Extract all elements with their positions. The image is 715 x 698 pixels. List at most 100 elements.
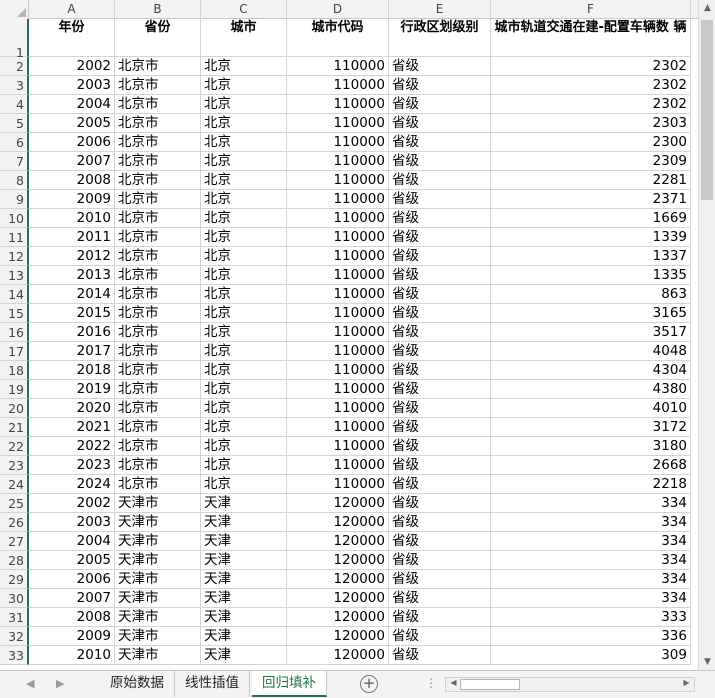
- row-header-15[interactable]: 15: [0, 304, 29, 323]
- cell[interactable]: 2021: [29, 418, 115, 437]
- cell[interactable]: 2281: [491, 171, 691, 190]
- cell[interactable]: 北京: [201, 380, 287, 399]
- cell[interactable]: 省级: [389, 342, 491, 361]
- row-header-13[interactable]: 13: [0, 266, 29, 285]
- cell[interactable]: 省级: [389, 513, 491, 532]
- header-cell[interactable]: 城市代码: [287, 19, 389, 57]
- scroll-down-icon[interactable]: ▼: [699, 657, 715, 667]
- cell[interactable]: 北京市: [115, 209, 201, 228]
- cell[interactable]: 2005: [29, 551, 115, 570]
- cell[interactable]: 省级: [389, 437, 491, 456]
- cell[interactable]: 北京市: [115, 418, 201, 437]
- cell[interactable]: 省级: [389, 57, 491, 76]
- cell[interactable]: 2002: [29, 57, 115, 76]
- cell[interactable]: 北京市: [115, 95, 201, 114]
- row-header-12[interactable]: 12: [0, 247, 29, 266]
- cell[interactable]: 2218: [491, 475, 691, 494]
- cell[interactable]: 2302: [491, 76, 691, 95]
- cell[interactable]: 天津市: [115, 627, 201, 646]
- cell[interactable]: 2022: [29, 437, 115, 456]
- row-header-2[interactable]: 2: [0, 57, 29, 76]
- cell[interactable]: 省级: [389, 323, 491, 342]
- cell[interactable]: 110000: [287, 342, 389, 361]
- cell[interactable]: 110000: [287, 171, 389, 190]
- cell[interactable]: 北京: [201, 456, 287, 475]
- cell[interactable]: 北京: [201, 76, 287, 95]
- cell[interactable]: 2023: [29, 456, 115, 475]
- vertical-scroll-thumb[interactable]: [701, 20, 713, 200]
- cell[interactable]: 110000: [287, 266, 389, 285]
- add-sheet-icon[interactable]: +: [360, 675, 378, 693]
- header-cell[interactable]: 城市轨道交通在建-配置车辆数 辆: [491, 19, 691, 57]
- cell[interactable]: 省级: [389, 399, 491, 418]
- cell[interactable]: 3165: [491, 304, 691, 323]
- row-header-30[interactable]: 30: [0, 589, 29, 608]
- cell[interactable]: 北京: [201, 171, 287, 190]
- cell[interactable]: 天津市: [115, 513, 201, 532]
- cell[interactable]: 北京: [201, 95, 287, 114]
- cell[interactable]: 天津: [201, 551, 287, 570]
- cell[interactable]: 省级: [389, 133, 491, 152]
- tab-next-icon[interactable]: ▶: [56, 677, 64, 690]
- cell[interactable]: 2300: [491, 133, 691, 152]
- cell[interactable]: 110000: [287, 399, 389, 418]
- select-all-corner[interactable]: [0, 0, 29, 19]
- cell[interactable]: 120000: [287, 608, 389, 627]
- header-cell[interactable]: 年份: [29, 19, 115, 57]
- cell[interactable]: 2008: [29, 171, 115, 190]
- cell[interactable]: 北京: [201, 323, 287, 342]
- row-header-19[interactable]: 19: [0, 380, 29, 399]
- cell[interactable]: 省级: [389, 570, 491, 589]
- cell[interactable]: 2012: [29, 247, 115, 266]
- cell[interactable]: 110000: [287, 76, 389, 95]
- cell[interactable]: 336: [491, 627, 691, 646]
- column-header-d[interactable]: D: [287, 0, 389, 19]
- cell[interactable]: 北京市: [115, 190, 201, 209]
- cell[interactable]: 北京市: [115, 152, 201, 171]
- row-header-29[interactable]: 29: [0, 570, 29, 589]
- cell[interactable]: 北京: [201, 342, 287, 361]
- cell[interactable]: 334: [491, 532, 691, 551]
- cell[interactable]: 110000: [287, 228, 389, 247]
- cell[interactable]: 3180: [491, 437, 691, 456]
- cell[interactable]: 北京市: [115, 266, 201, 285]
- cell[interactable]: 北京: [201, 266, 287, 285]
- cell[interactable]: 2309: [491, 152, 691, 171]
- cell[interactable]: 2017: [29, 342, 115, 361]
- cell[interactable]: 省级: [389, 608, 491, 627]
- cell[interactable]: 1335: [491, 266, 691, 285]
- row-header-8[interactable]: 8: [0, 171, 29, 190]
- cell[interactable]: 省级: [389, 285, 491, 304]
- column-header-c[interactable]: C: [201, 0, 287, 19]
- cell[interactable]: 省级: [389, 171, 491, 190]
- cell[interactable]: 天津市: [115, 589, 201, 608]
- cell[interactable]: 省级: [389, 209, 491, 228]
- cell[interactable]: 2003: [29, 513, 115, 532]
- cell[interactable]: 309: [491, 646, 691, 665]
- cell[interactable]: 省级: [389, 152, 491, 171]
- cell[interactable]: 天津: [201, 494, 287, 513]
- cell[interactable]: 北京: [201, 133, 287, 152]
- cell[interactable]: 2009: [29, 190, 115, 209]
- cell[interactable]: 2302: [491, 95, 691, 114]
- cell[interactable]: 333: [491, 608, 691, 627]
- row-header-10[interactable]: 10: [0, 209, 29, 228]
- sheet-tab-1[interactable]: 原始数据: [100, 671, 175, 697]
- cell[interactable]: 2016: [29, 323, 115, 342]
- cell[interactable]: 天津: [201, 589, 287, 608]
- cell[interactable]: 省级: [389, 228, 491, 247]
- cell[interactable]: 北京: [201, 228, 287, 247]
- cell[interactable]: 北京: [201, 437, 287, 456]
- cell[interactable]: 北京: [201, 57, 287, 76]
- cell[interactable]: 1669: [491, 209, 691, 228]
- cell[interactable]: 2015: [29, 304, 115, 323]
- row-header-14[interactable]: 14: [0, 285, 29, 304]
- cell[interactable]: 2008: [29, 608, 115, 627]
- cell[interactable]: 北京: [201, 209, 287, 228]
- cell[interactable]: 北京: [201, 285, 287, 304]
- cell[interactable]: 2371: [491, 190, 691, 209]
- cell[interactable]: 北京市: [115, 399, 201, 418]
- cell[interactable]: 110000: [287, 304, 389, 323]
- cell[interactable]: 2019: [29, 380, 115, 399]
- tab-prev-icon[interactable]: ◀: [26, 677, 34, 690]
